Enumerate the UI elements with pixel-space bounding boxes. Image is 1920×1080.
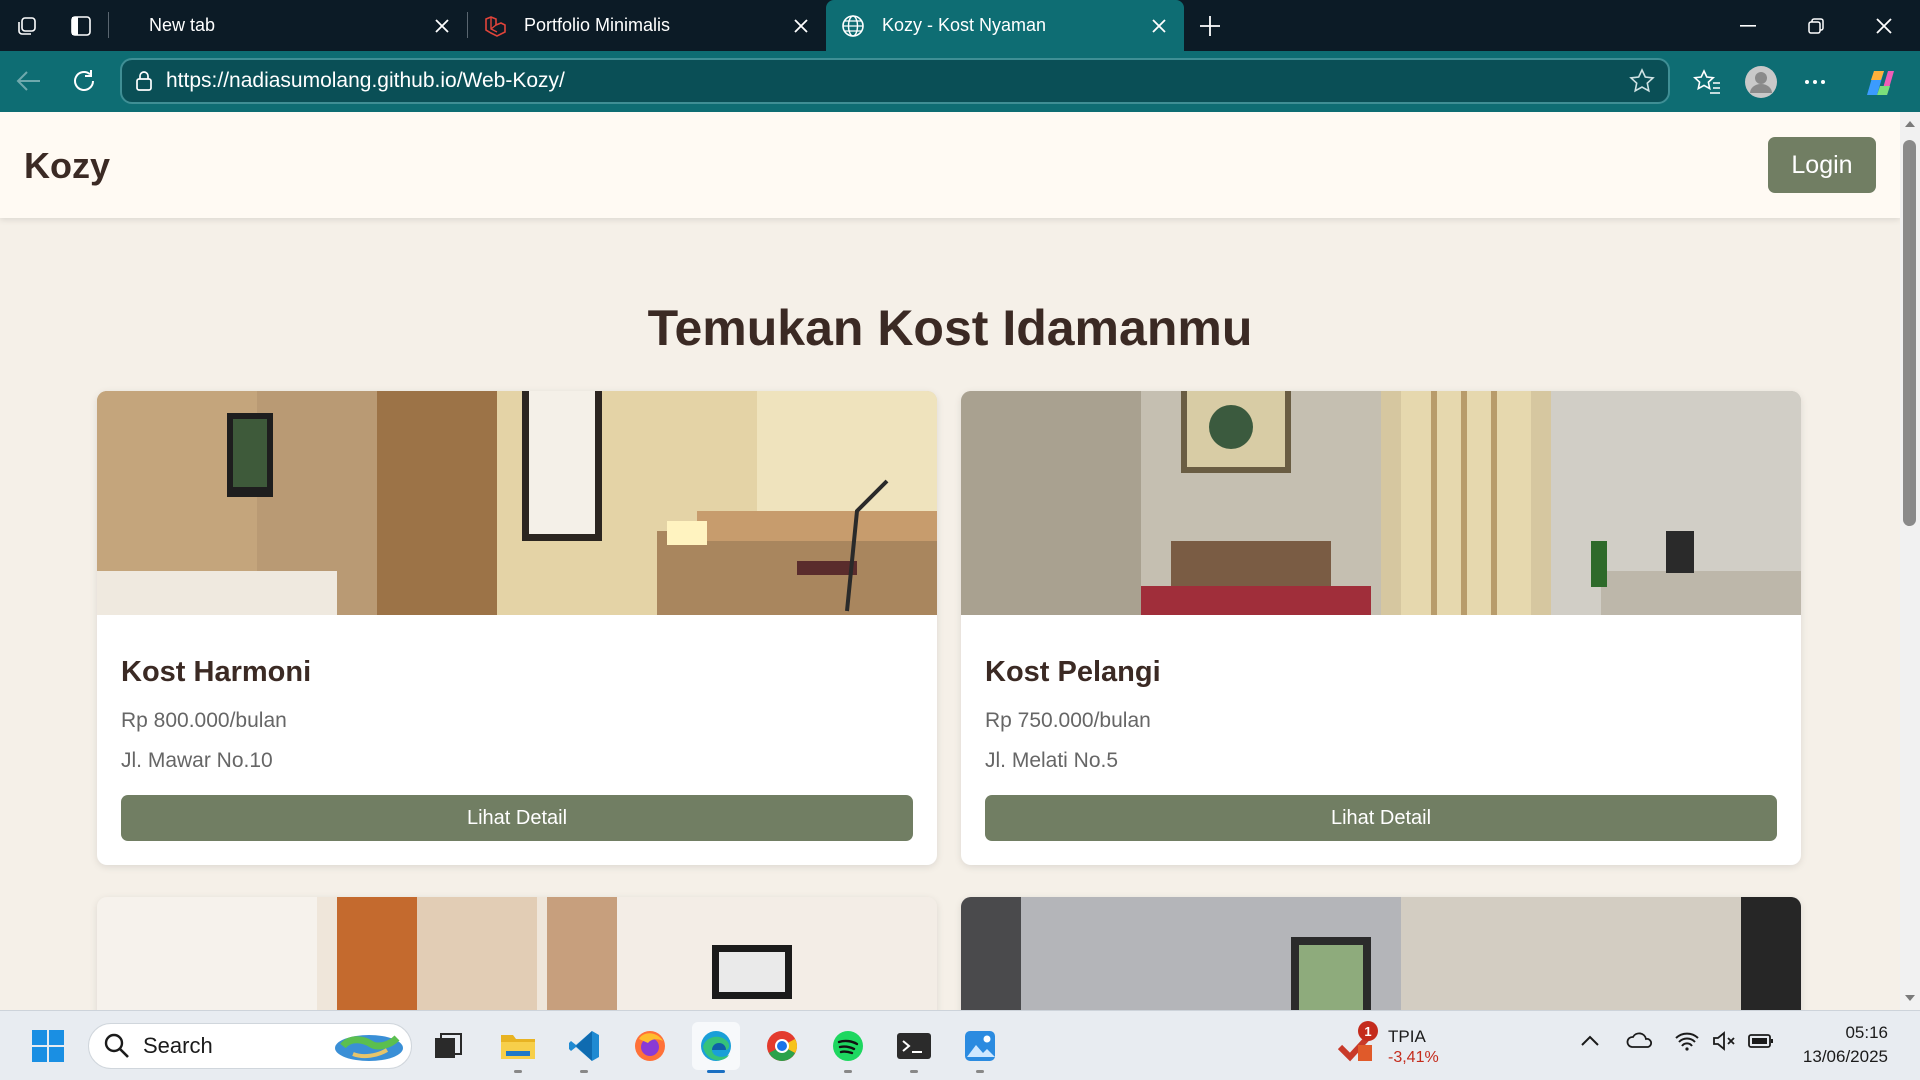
listing-address: Jl. Mawar No.10 (121, 749, 273, 772)
login-button[interactable]: Login (1768, 137, 1876, 193)
site-header: Kozy Login (0, 112, 1900, 218)
url-text[interactable]: https://nadiasumolang.github.io/Web-Kozy… (166, 69, 1616, 93)
browser-toolbar: https://nadiasumolang.github.io/Web-Kozy… (0, 51, 1920, 112)
browser-tab-strip: New tab Portfolio Minimalis Kozy - Kost … (0, 0, 1920, 51)
vscode-icon[interactable] (560, 1022, 608, 1073)
laravel-logo-icon (482, 13, 508, 39)
scroll-down-arrow-icon[interactable] (1900, 988, 1920, 1008)
page-viewport: Kozy Login Temukan Kost Idamanmu Kost Ha… (0, 112, 1900, 1010)
listing-card-kost-pelangi: Kost Pelangi Rp 750.000/bulan Jl. Melati… (961, 391, 1801, 865)
search-placeholder: Search (143, 1033, 213, 1058)
firefox-icon[interactable] (626, 1022, 674, 1070)
globe-icon (840, 13, 866, 39)
running-indicator (580, 1070, 588, 1073)
favorite-star-icon[interactable] (1616, 68, 1668, 94)
windows-taskbar: Search 1 TPIA -3,41% 05:16 13/06/2025 (0, 1010, 1920, 1080)
listing-price: Rp 800.000/bulan (121, 709, 287, 732)
stock-change: -3,41% (1388, 1049, 1439, 1066)
battery-icon[interactable] (1748, 1033, 1774, 1054)
close-icon[interactable] (790, 15, 812, 37)
tab-actions-icon[interactable] (54, 0, 108, 51)
scroll-up-arrow-icon[interactable] (1900, 114, 1920, 134)
listing-card-partial (97, 897, 937, 1010)
view-detail-button[interactable]: Lihat Detail (121, 795, 913, 841)
workspaces-icon[interactable] (0, 0, 54, 51)
listing-card-kost-harmoni: Kost Harmoni Rp 800.000/bulan Jl. Mawar … (97, 391, 937, 865)
tab-title: Kozy - Kost Nyaman (882, 15, 1047, 35)
onedrive-icon[interactable] (1626, 1031, 1654, 1054)
stock-ticker[interactable]: TPIA (1388, 1027, 1426, 1047)
view-detail-button[interactable]: Lihat Detail (985, 795, 1777, 841)
close-icon[interactable] (1148, 15, 1170, 37)
profile-avatar[interactable] (1734, 51, 1788, 112)
new-tab-button[interactable] (1184, 0, 1236, 51)
address-bar[interactable]: https://nadiasumolang.github.io/Web-Kozy… (120, 58, 1670, 104)
copilot-icon[interactable] (1852, 51, 1906, 112)
volume-muted-icon[interactable] (1712, 1031, 1738, 1056)
spotify-icon[interactable] (824, 1022, 872, 1073)
restore-button[interactable] (1782, 0, 1850, 51)
scrollbar-thumb[interactable] (1903, 140, 1916, 526)
search-highlight-icon (335, 1035, 403, 1061)
page-title: Temukan Kost Idamanmu (647, 300, 1253, 356)
listing-card-partial (961, 897, 1801, 1010)
lock-icon[interactable] (122, 70, 166, 92)
close-icon[interactable] (431, 15, 453, 37)
close-window-button[interactable] (1850, 0, 1918, 51)
running-indicator (514, 1070, 522, 1073)
search-icon (104, 1033, 129, 1058)
favorites-button[interactable] (1680, 51, 1734, 112)
file-explorer-icon[interactable] (494, 1022, 542, 1073)
running-indicator (844, 1070, 852, 1073)
taskbar-search[interactable]: Search (88, 1023, 412, 1069)
stock-widget-icon[interactable]: 1 (1337, 1021, 1378, 1065)
tab-kozy[interactable]: Kozy - Kost Nyaman (826, 0, 1184, 51)
chevron-up-icon[interactable] (1580, 1033, 1600, 1052)
room-photo (97, 897, 937, 1010)
tab-title: New tab (149, 15, 216, 35)
notification-badge: 1 (1358, 1021, 1378, 1041)
windows-start-icon[interactable] (24, 1022, 72, 1070)
terminal-icon[interactable] (890, 1022, 938, 1073)
tab-new-tab[interactable]: New tab (109, 0, 467, 51)
tab-title: Portfolio Minimalis (524, 15, 671, 35)
tab-portfolio-minimalis[interactable]: Portfolio Minimalis (468, 0, 826, 51)
running-indicator (976, 1070, 984, 1073)
room-photo (961, 391, 1801, 615)
clock-time[interactable]: 05:16 (1842, 1023, 1888, 1043)
edge-icon[interactable] (692, 1022, 740, 1073)
card-body: Kost Pelangi Rp 750.000/bulan Jl. Melati… (961, 620, 1801, 865)
site-logo[interactable]: Kozy (24, 145, 110, 187)
listing-name: Kost Harmoni (121, 656, 312, 688)
chrome-icon[interactable] (758, 1022, 806, 1070)
room-photo (961, 897, 1801, 1010)
running-indicator (707, 1070, 725, 1073)
more-options-icon[interactable] (1788, 51, 1842, 112)
room-photo (97, 391, 937, 615)
refresh-button[interactable] (57, 59, 111, 103)
wifi-icon[interactable] (1674, 1031, 1700, 1056)
task-view-icon[interactable] (424, 1022, 472, 1070)
listing-name: Kost Pelangi (985, 656, 1161, 688)
listing-price: Rp 750.000/bulan (985, 709, 1151, 732)
running-indicator (910, 1070, 918, 1073)
back-button[interactable] (2, 59, 56, 103)
listing-address: Jl. Melati No.5 (985, 749, 1119, 772)
card-body: Kost Harmoni Rp 800.000/bulan Jl. Mawar … (97, 620, 937, 865)
minimize-button[interactable] (1714, 0, 1782, 51)
photos-icon[interactable] (956, 1022, 1004, 1073)
clock-date[interactable]: 13/06/2025 (1794, 1047, 1888, 1067)
